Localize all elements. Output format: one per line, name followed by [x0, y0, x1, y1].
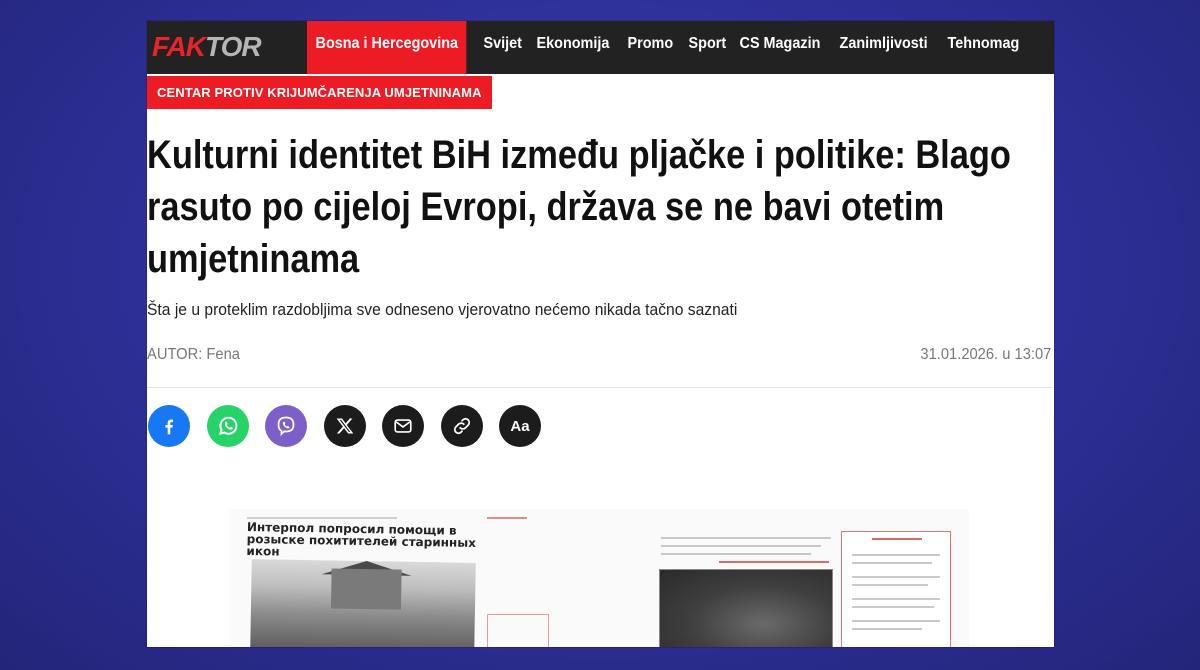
image-text-line [852, 628, 922, 630]
whatsapp-share-button[interactable] [206, 405, 249, 447]
email-share-button[interactable] [382, 405, 424, 447]
image-text-line [852, 554, 940, 556]
image-text-line [852, 598, 940, 600]
article-headline: Kulturni identitet BiH između pljačke i … [147, 133, 1011, 281]
article-image[interactable]: Интерпол попросил помощи в розыске похит… [229, 509, 969, 647]
nav-item-svijet[interactable]: Svijet [475, 21, 531, 74]
image-accent-line [872, 538, 922, 540]
article-author: AUTOR: Fena [147, 346, 240, 363]
top-navigation-bar: FAKTOR Bosna i Hercegovina Svijet Ekonom… [147, 21, 1054, 74]
image-icon-photo [659, 569, 833, 647]
nav-item-tehnomag[interactable]: Tehnomag [939, 21, 1028, 74]
nav-item-cs-magazin[interactable]: CS Magazin [731, 21, 829, 74]
image-text-line [852, 562, 932, 564]
image-text-line [661, 553, 811, 555]
x-icon [336, 418, 353, 434]
image-caption-russian: Интерпол попросил помощи в розыске похит… [246, 520, 477, 559]
share-bar: Aa [148, 405, 558, 447]
browser-page: FAKTOR Bosna i Hercegovina Svijet Ekonom… [147, 21, 1054, 647]
article-subtitle: Šta je u proteklim razdobljima sve odnes… [147, 300, 738, 319]
x-share-button[interactable] [323, 405, 366, 447]
facebook-icon [165, 419, 173, 435]
site-logo[interactable]: FAKTOR [152, 30, 270, 64]
viber-share-button[interactable] [265, 405, 307, 447]
image-text-line [852, 576, 940, 578]
image-sidebox [841, 531, 951, 647]
image-text-line [852, 584, 928, 586]
image-accent-line [719, 561, 829, 563]
nav-item-bosna-i-hercegovina[interactable]: Bosna i Hercegovina [307, 21, 467, 74]
nav-item-ekonomija[interactable]: Ekonomija [528, 21, 618, 74]
copy-link-button[interactable] [440, 405, 483, 447]
main-nav: Bosna i Hercegovina Svijet Ekonomija Pro… [307, 21, 1029, 74]
whatsapp-icon [218, 416, 237, 435]
article-date: 31.01.2026. u 13:07 [920, 346, 1051, 363]
image-sidebox [487, 614, 549, 647]
mail-icon [394, 419, 412, 433]
font-size-button[interactable]: Aa [499, 405, 541, 447]
image-text-line [661, 537, 831, 539]
divider [147, 387, 1052, 388]
image-left-panel: Интерпол попросил помощи в розыске похит… [237, 509, 549, 647]
font-size-icon: Aa [510, 417, 530, 435]
image-right-panel [659, 509, 969, 647]
image-house-shape [330, 568, 402, 610]
nav-item-zanimljivosti[interactable]: Zanimljivosti [831, 21, 936, 74]
image-text-line [852, 620, 940, 622]
image-village-photo [250, 559, 476, 647]
image-accent-line [487, 517, 527, 519]
image-text-line [661, 545, 821, 547]
viber-icon [277, 416, 295, 437]
link-icon [453, 417, 470, 435]
nav-item-sport[interactable]: Sport [680, 21, 735, 74]
facebook-share-button[interactable] [148, 405, 190, 447]
category-tag[interactable]: CENTAR PROTIV KRIJUMČARENJA UMJETNINAMA [147, 76, 492, 109]
nav-item-promo[interactable]: Promo [619, 21, 682, 74]
image-text-line [852, 606, 934, 608]
image-text-line [247, 517, 397, 519]
